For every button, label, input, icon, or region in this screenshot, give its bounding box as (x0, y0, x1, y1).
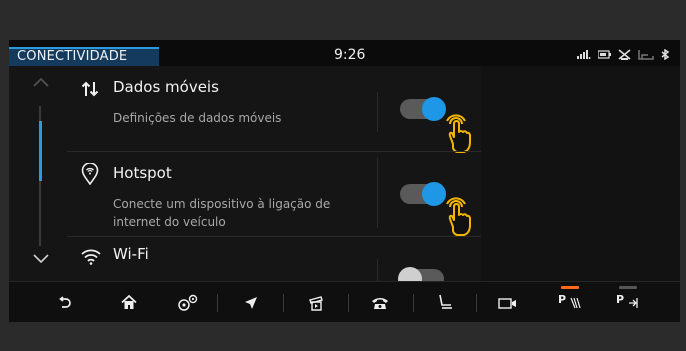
settings-button[interactable] (159, 282, 217, 322)
wifi-toggle[interactable] (398, 267, 444, 281)
phone-icon (372, 297, 388, 309)
row-subtitle: Conecte um dispositivo à ligação de inte… (113, 197, 331, 229)
bottom-nav-bar: P P (9, 281, 680, 322)
right-pane (481, 66, 680, 281)
home-icon (121, 295, 137, 309)
mobile-data-toggle[interactable] (400, 97, 446, 121)
scroll-up-icon[interactable] (33, 77, 49, 87)
infotainment-screen: CONECTIVIDADE 9:26 Dados móveis Definiçõ… (9, 40, 680, 322)
navigation-button[interactable] (222, 282, 280, 322)
row-separator (377, 259, 378, 281)
mobile-data-icon (81, 81, 99, 97)
inactive-indicator (619, 286, 637, 289)
seat-icon (638, 50, 654, 60)
active-indicator (561, 286, 579, 289)
park-exit-label: P (616, 293, 625, 306)
settings-list: Dados móveis Definições de dados móveis (67, 66, 481, 281)
nav-separator (476, 294, 477, 312)
section-title-tab: CONECTIVIDADE (9, 47, 159, 66)
home-button[interactable] (100, 282, 158, 322)
mute-icon (618, 49, 631, 60)
media-icon (308, 295, 323, 311)
status-indicators (577, 49, 670, 60)
seat-button[interactable] (416, 282, 474, 322)
park-exit-button[interactable]: P (599, 282, 657, 322)
nav-separator (348, 294, 349, 312)
hotspot-toggle[interactable] (400, 182, 446, 206)
tap-hand-icon (446, 197, 471, 236)
navigation-icon (245, 296, 257, 309)
camera-button[interactable] (479, 282, 537, 322)
signal-icon (577, 50, 591, 59)
row-subtitle: Definições de dados móveis (113, 111, 282, 125)
wifi-icon (81, 249, 101, 265)
back-icon (59, 295, 71, 308)
parking-assist-label: P (558, 293, 567, 306)
bluetooth-icon (661, 49, 670, 60)
nav-separator (413, 294, 414, 312)
scroll-down-icon[interactable] (33, 254, 49, 264)
camera-icon (498, 297, 516, 309)
status-bar: CONECTIVIDADE 9:26 (9, 40, 680, 66)
tap-hand-icon (446, 114, 471, 153)
back-button[interactable] (36, 282, 94, 322)
nav-separator (217, 294, 218, 312)
clock: 9:26 (334, 47, 366, 63)
toggle-knob (398, 267, 422, 281)
hotspot-icon (81, 163, 99, 185)
row-separator (377, 158, 378, 228)
row-title: Wi-Fi (113, 245, 149, 263)
parking-assist-button[interactable]: P (541, 282, 599, 322)
list-item-wifi[interactable]: Wi-Fi (67, 237, 481, 281)
settings-icon (178, 294, 198, 311)
scrollbar-thumb[interactable] (39, 121, 42, 181)
media-button[interactable] (286, 282, 344, 322)
battery-icon (598, 50, 611, 59)
nav-separator (283, 294, 284, 312)
scroll-column (9, 66, 67, 281)
row-separator (377, 92, 378, 132)
row-title: Hotspot (113, 164, 172, 182)
phone-button[interactable] (351, 282, 409, 322)
seat-icon (439, 294, 452, 309)
content-area: Dados móveis Definições de dados móveis (9, 66, 680, 281)
section-title: CONECTIVIDADE (17, 49, 128, 64)
list-item-mobile-data[interactable]: Dados móveis Definições de dados móveis (67, 66, 481, 153)
row-title: Dados móveis (113, 78, 219, 96)
list-item-hotspot[interactable]: Hotspot Conecte um dispositivo à ligação… (67, 152, 481, 237)
